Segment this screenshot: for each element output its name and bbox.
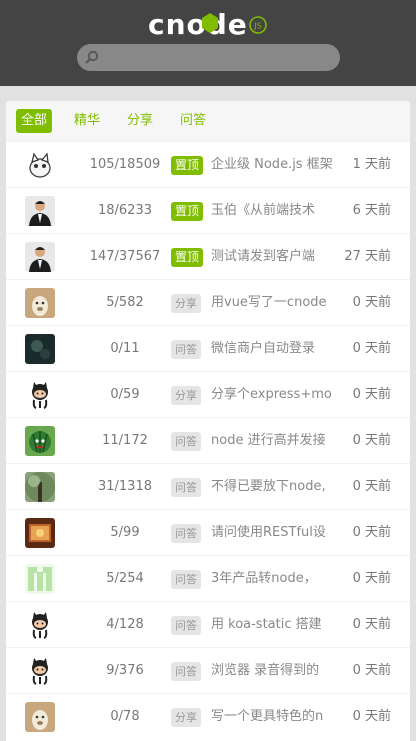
topic-title[interactable]: 用vue写了一cnode [211, 280, 341, 326]
topic-row[interactable]: 18/6233 置顶 玉伯《从前端技术 6 天前 [6, 187, 410, 233]
search-bar[interactable] [77, 44, 340, 71]
topic-title[interactable]: 企业级 Node.js 框架 [211, 142, 341, 188]
reply-visit-count: 0/59 [110, 387, 140, 402]
reply-visit-count: 18/6233 [97, 203, 152, 218]
topic-row[interactable]: 0/11 问答 微信商户自动登录 0 天前 [6, 325, 410, 371]
topic-tag: 问答 [171, 432, 201, 451]
cat-avatar[interactable] [25, 150, 55, 180]
topic-tag: 问答 [171, 524, 201, 543]
last-reply-time: 0 天前 [352, 387, 391, 402]
topic-title[interactable]: 用 koa-static 搭建 [211, 602, 341, 648]
pattern-avatar[interactable] [25, 564, 55, 594]
topic-row[interactable]: 11/172 问答 node 进行高并发接 0 天前 [6, 417, 410, 463]
topic-panel: 全部 精华 分享 问答 105/18509 置顶 企业级 Node.js 框架 1 天… [6, 101, 410, 741]
topic-title[interactable]: 3年产品转node， [211, 556, 341, 602]
topic-list: 105/18509 置顶 企业级 Node.js 框架 1 天前 18/6233 置顶 玉伯… [6, 141, 410, 739]
topic-tag: 问答 [171, 340, 201, 359]
man-avatar[interactable] [25, 196, 55, 226]
tab-ask[interactable]: 问答 [175, 109, 211, 133]
topic-title[interactable]: 浏览器 录音得到的 [211, 648, 341, 694]
reply-visit-count: 11/172 [102, 433, 148, 448]
logo-text: cnode [148, 8, 248, 40]
topic-tag: 问答 [171, 662, 201, 681]
topic-row[interactable]: 9/376 问答 浏览器 录音得到的 0 天前 [6, 647, 410, 693]
cnode-logo[interactable]: cnode JS [146, 8, 270, 40]
tree-avatar[interactable] [25, 472, 55, 502]
topic-tag: 置顶 [171, 202, 204, 221]
topic-tag: 问答 [171, 478, 201, 497]
last-reply-time: 0 天前 [352, 341, 391, 356]
reply-visit-count: 5/99 [110, 525, 140, 540]
topic-title[interactable]: 写一个更具特色的n [211, 694, 341, 740]
topic-row[interactable]: 4/128 问答用 koa-static 搭建 0 天前 [6, 601, 410, 647]
search-icon [85, 50, 99, 64]
topic-row[interactable]: 5/99 问答 请问使用RESTful设 0 天前 [6, 509, 410, 555]
topic-tag: 问答 [171, 570, 201, 589]
topic-title[interactable]: 请问使用RESTful设 [211, 510, 341, 556]
reply-visit-count: 0/11 [110, 341, 140, 356]
top-navbar: cnode JS [0, 0, 416, 86]
topic-row[interactable]: 5/582 分享 用vue写了一cnode 0 天前 [6, 279, 410, 325]
octocat-avatar[interactable] [25, 610, 55, 640]
topic-row[interactable]: 0/59 分享 分享个express+mo 0 天前 [6, 371, 410, 417]
last-reply-time: 0 天前 [352, 479, 391, 494]
octocat-avatar[interactable] [25, 656, 55, 686]
reply-visit-count: 0/78 [110, 709, 140, 724]
reply-visit-count: 9/376 [106, 663, 144, 678]
alpaca-avatar[interactable] [25, 288, 55, 318]
topic-row[interactable]: 105/18509 置顶 企业级 Node.js 框架 1 天前 [6, 141, 410, 187]
last-reply-time: 0 天前 [352, 571, 391, 586]
reply-visit-count: 4/128 [106, 617, 144, 632]
logo-js-badge: JS [253, 22, 261, 31]
alpaca-avatar[interactable] [25, 702, 55, 732]
topic-tag: 置顶 [171, 156, 204, 175]
octocat-avatar[interactable] [25, 380, 55, 410]
topic-title[interactable]: node 进行高并发接 [211, 418, 341, 464]
reply-visit-count: 31/1318 [97, 479, 152, 494]
tab-bar: 全部 精华 分享 问答 [6, 101, 410, 141]
last-reply-time: 0 天前 [352, 663, 391, 678]
reply-visit-count: 5/582 [106, 295, 144, 310]
topic-tag: 问答 [171, 616, 201, 635]
topic-row[interactable]: 147/37567 置顶 测试请发到客户端 27 天前 [6, 233, 410, 279]
topic-tag: 分享 [171, 708, 201, 727]
topic-row[interactable]: 31/1318 问答 不得已要放下node, 0 天前 [6, 463, 410, 509]
last-reply-time: 0 天前 [352, 433, 391, 448]
topic-title[interactable]: 玉伯《从前端技术 [211, 188, 341, 234]
tab-good[interactable]: 精华 [69, 109, 105, 133]
book-avatar[interactable] [25, 518, 55, 548]
man-avatar[interactable] [25, 242, 55, 272]
last-reply-time: 27 天前 [344, 249, 391, 264]
topic-title[interactable]: 测试请发到客户端 [211, 234, 341, 280]
tab-share[interactable]: 分享 [122, 109, 158, 133]
last-reply-time: 0 天前 [352, 295, 391, 310]
reply-visit-count: 147/37567 [89, 249, 161, 264]
melon-avatar[interactable] [25, 426, 55, 456]
last-reply-time: 0 天前 [352, 617, 391, 632]
topic-tag: 分享 [171, 386, 201, 405]
last-reply-time: 6 天前 [352, 203, 391, 218]
topic-title[interactable]: 微信商户自动登录 [211, 326, 341, 372]
reply-visit-count: 105/18509 [89, 157, 161, 172]
topic-tag: 分享 [171, 294, 201, 313]
topic-row[interactable]: 0/78 分享 写一个更具特色的n 0 天前 [6, 693, 410, 739]
last-reply-time: 1 天前 [352, 157, 391, 172]
reply-visit-count: 5/254 [106, 571, 144, 586]
last-reply-time: 0 天前 [352, 709, 391, 724]
topic-title[interactable]: 不得已要放下node, [211, 464, 341, 510]
last-reply-time: 0 天前 [352, 525, 391, 540]
topic-row[interactable]: 5/254 问答 3年产品转node， 0 天前 [6, 555, 410, 601]
topic-tag: 置顶 [171, 248, 204, 267]
dark-avatar[interactable] [25, 334, 55, 364]
tab-all[interactable]: 全部 [16, 109, 53, 133]
topic-title[interactable]: 分享个express+mo [211, 372, 341, 418]
